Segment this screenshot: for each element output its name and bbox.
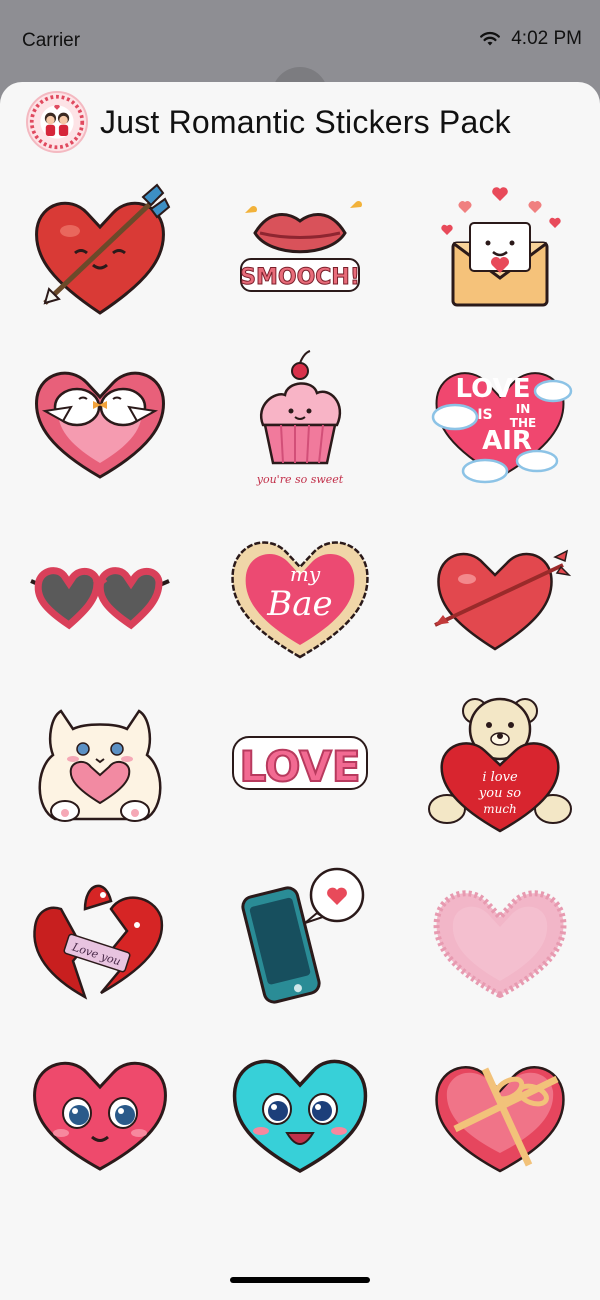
heart-pierced-by-arrow-sticker[interactable] (400, 506, 600, 678)
teddy-line-1: i love (482, 770, 518, 785)
teddy-line-2: you so (478, 786, 521, 801)
cupcake-sticker[interactable]: you're so sweet (200, 334, 400, 506)
love-word: LOVE (456, 374, 531, 404)
sticker-grid: SMOOCH! you're so sweet LOVE IS IN THE A… (0, 162, 600, 1194)
love-letter-envelope-sticker[interactable] (400, 162, 600, 334)
is-word: IS (477, 407, 492, 423)
phone-heart-message-sticker[interactable] (200, 850, 400, 1022)
wifi-icon (480, 31, 501, 46)
home-indicator[interactable] (230, 1277, 370, 1283)
teddy-line-3: much (483, 802, 517, 816)
cupcake-text: you're so sweet (256, 473, 344, 486)
lovebirds-heart-sticker[interactable] (0, 334, 200, 506)
smooch-text: SMOOCH! (240, 265, 360, 290)
status-right: 4:02 PM (479, 28, 582, 50)
fluffy-cat-with-heart-sticker[interactable] (0, 678, 200, 850)
heart-with-arrow-sticker[interactable] (0, 162, 200, 334)
love-word-text: LOVE (239, 742, 360, 791)
sticker-sheet: Just Romantic Stickers Pack SMOOCH! you'… (0, 82, 600, 1300)
cute-cyan-heart-face-sticker[interactable] (200, 1022, 400, 1194)
heart-sunglasses-sticker[interactable] (0, 506, 200, 678)
love-is-in-the-air-sticker[interactable]: LOVE IS IN THE AIR (400, 334, 600, 506)
clock-time: 4:02 PM (511, 28, 582, 49)
air-word: AIR (482, 426, 532, 456)
love-word-sticker[interactable]: LOVE (200, 678, 400, 850)
my-bae-heart-sticker[interactable]: my Bae (200, 506, 400, 678)
couple-app-icon (26, 91, 88, 153)
in-word: IN (516, 402, 531, 416)
carrier-label: Carrier (22, 30, 81, 51)
cute-pink-heart-face-sticker[interactable] (0, 1022, 200, 1194)
fluffy-pink-heart-sticker[interactable] (400, 850, 600, 1022)
teddy-bear-heart-sticker[interactable]: i love you so much (400, 678, 600, 850)
page-title: Just Romantic Stickers Pack (100, 103, 511, 140)
bae-word: Bae (266, 584, 332, 624)
sheet-header: Just Romantic Stickers Pack (0, 82, 600, 162)
heart-gift-box-sticker[interactable] (400, 1022, 600, 1194)
broken-heart-sticker[interactable]: Love you (0, 850, 200, 1022)
smooch-lips-sticker[interactable]: SMOOCH! (200, 162, 400, 334)
my-word: my (290, 562, 321, 586)
